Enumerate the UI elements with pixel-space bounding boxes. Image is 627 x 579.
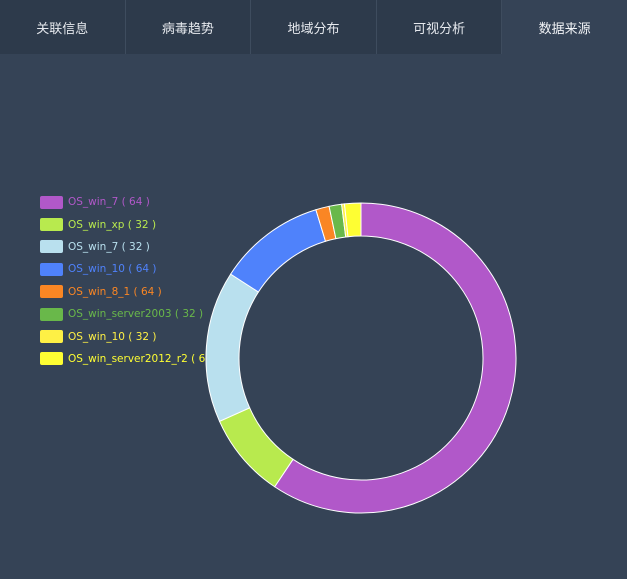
donut-slice[interactable]: [205, 273, 260, 423]
tab-region-distribution[interactable]: 地域分布: [251, 0, 377, 54]
donut-slice[interactable]: [343, 202, 362, 238]
donut-slice[interactable]: [229, 209, 327, 293]
donut-slice[interactable]: [273, 202, 517, 514]
donut-slice[interactable]: [218, 407, 294, 488]
tab-data-source[interactable]: 数据来源: [502, 0, 627, 54]
donut-chart: [205, 202, 517, 514]
tab-bar: 关联信息 病毒趋势 地域分布 可视分析 数据来源: [0, 0, 627, 54]
tab-related-info[interactable]: 关联信息: [0, 0, 126, 54]
tab-virus-trend[interactable]: 病毒趋势: [126, 0, 252, 54]
tab-visual-analysis[interactable]: 可视分析: [377, 0, 503, 54]
chart-area: [0, 54, 627, 575]
